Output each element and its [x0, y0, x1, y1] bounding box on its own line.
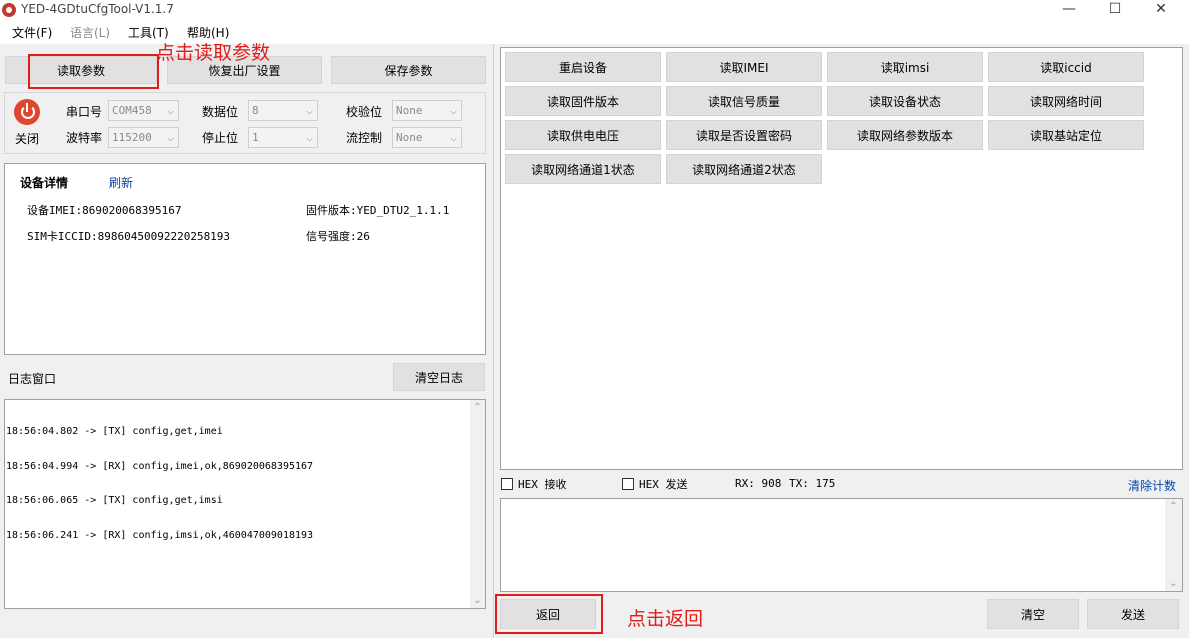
tx-count: TX: 175 — [789, 477, 836, 490]
cmd-read-imei-button[interactable]: 读取IMEI — [666, 52, 822, 82]
refresh-link[interactable]: 刷新 — [109, 174, 133, 191]
cmd-read-signal-button[interactable]: 读取信号质量 — [666, 86, 822, 116]
scroll-up-icon[interactable]: ⌃ — [1165, 501, 1182, 512]
back-highlight — [495, 594, 603, 634]
chevron-down-icon: ⌵ — [167, 131, 174, 144]
power-icon[interactable] — [14, 99, 40, 125]
baud-value: 115200 — [112, 131, 152, 144]
log-window-title: 日志窗口 — [8, 372, 57, 386]
close-button[interactable]: ✕ — [1138, 0, 1184, 20]
hex-recv-checkbox[interactable] — [501, 478, 513, 490]
cmd-read-voltage-button[interactable]: 读取供电电压 — [505, 120, 661, 150]
pane-divider — [493, 44, 494, 638]
back-annotation: 点击返回 — [627, 608, 704, 630]
hex-send-checkbox[interactable] — [622, 478, 634, 490]
scroll-down-icon[interactable]: ⌄ — [1165, 578, 1182, 589]
cmd-read-firmware-button[interactable]: 读取固件版本 — [505, 86, 661, 116]
log-scrollbar[interactable]: ⌃ ⌄ — [470, 400, 485, 608]
stopbits-select[interactable]: 1 ⌵ — [248, 127, 318, 148]
baud-select[interactable]: 115200 ⌵ — [108, 127, 179, 148]
menu-file[interactable]: 文件(F) — [12, 24, 52, 41]
minimize-button[interactable]: — — [1046, 0, 1092, 20]
log-line: 18:56:04.994 -> [RX] config,imei,ok,8690… — [6, 460, 314, 472]
power-label: 关闭 — [15, 132, 40, 146]
cmd-read-status-button[interactable]: 读取设备状态 — [827, 86, 983, 116]
chevron-down-icon: ⌵ — [167, 104, 174, 117]
save-params-button[interactable]: 保存参数 — [331, 56, 486, 84]
send-input[interactable]: ⌃ ⌄ — [500, 498, 1183, 592]
parity-value: None — [396, 104, 423, 117]
rx-count: RX: 908 — [735, 477, 782, 490]
log-line: 18:56:04.802 -> [TX] config,get,imei — [6, 426, 223, 437]
databits-value: 8 — [252, 104, 259, 117]
clear-count-link[interactable]: 清除计数 — [1128, 477, 1176, 494]
baud-label: 波特率 — [66, 131, 103, 145]
chevron-down-icon: ⌵ — [450, 104, 457, 117]
flow-value: None — [396, 131, 423, 144]
cmd-read-net-params-button[interactable]: 读取网络参数版本 — [827, 120, 983, 150]
cmd-read-net-time-button[interactable]: 读取网络时间 — [988, 86, 1144, 116]
port-select[interactable]: COM458 ⌵ — [108, 100, 179, 121]
port-value: COM458 — [112, 104, 152, 117]
app-logo-icon — [2, 3, 16, 17]
cmd-read-iccid-button[interactable]: 读取iccid — [988, 52, 1144, 82]
databits-select[interactable]: 8 ⌵ — [248, 100, 318, 121]
stopbits-value: 1 — [252, 131, 259, 144]
cmd-read-channel2-button[interactable]: 读取网络通道2状态 — [666, 154, 822, 184]
firmware-version: 固件版本:YED_DTU2_1.1.1 — [306, 204, 450, 217]
chevron-down-icon: ⌵ — [450, 131, 457, 144]
device-imei: 设备IMEI:869020068395167 — [27, 204, 182, 217]
sim-iccid: SIM卡ICCID:89860450092220258193 — [27, 230, 231, 243]
window-title: YED-4GDtuCfgTool-V1.1.7 — [21, 2, 174, 16]
device-details-panel: 设备详情 刷新 设备IMEI:869020068395167 固件版本:YED_… — [4, 163, 486, 355]
cmd-read-password-button[interactable]: 读取是否设置密码 — [666, 120, 822, 150]
title-bar: YED-4GDtuCfgTool-V1.1.7 — ☐ ✕ — [0, 0, 1189, 20]
flow-select[interactable]: None ⌵ — [392, 127, 462, 148]
hex-recv-label: HEX 接收 — [518, 478, 567, 491]
read-params-annotation: 点击读取参数 — [156, 42, 271, 64]
device-details-title: 设备详情 — [20, 176, 69, 190]
send-scrollbar[interactable]: ⌃ ⌄ — [1165, 499, 1182, 591]
chevron-down-icon: ⌵ — [306, 104, 313, 117]
log-output[interactable]: 18:56:04.802 -> [TX] config,get,imei 18:… — [4, 399, 486, 609]
signal-strength: 信号强度:26 — [306, 230, 370, 243]
stopbits-label: 停止位 — [202, 131, 239, 145]
hex-send-label: HEX 发送 — [639, 478, 688, 491]
databits-label: 数据位 — [202, 105, 239, 119]
port-label: 串口号 — [66, 105, 103, 119]
serial-settings-group: 关闭 串口号 COM458 ⌵ 波特率 115200 ⌵ 数据位 8 ⌵ 停止位 1 ⌵… — [4, 92, 486, 154]
scroll-down-icon[interactable]: ⌄ — [470, 595, 485, 606]
clear-log-button[interactable]: 清空日志 — [393, 363, 485, 391]
flow-label: 流控制 — [346, 131, 383, 145]
scroll-up-icon[interactable]: ⌃ — [470, 402, 485, 413]
chevron-down-icon: ⌵ — [306, 131, 313, 144]
send-button[interactable]: 发送 — [1087, 599, 1179, 629]
log-lines: 18:56:04.802 -> [TX] config,get,imei 18:… — [6, 403, 313, 564]
cmd-read-imsi-button[interactable]: 读取imsi — [827, 52, 983, 82]
log-line: 18:56:06.065 -> [TX] config,get,imsi — [6, 495, 223, 506]
parity-select[interactable]: None ⌵ — [392, 100, 462, 121]
clear-send-button[interactable]: 清空 — [987, 599, 1079, 629]
log-line: 18:56:06.241 -> [RX] config,imsi,ok,4600… — [6, 529, 314, 541]
cmd-read-channel1-button[interactable]: 读取网络通道1状态 — [505, 154, 661, 184]
menu-language[interactable]: 语言(L) — [70, 24, 110, 41]
parity-label: 校验位 — [346, 105, 383, 119]
read-params-highlight — [28, 54, 159, 89]
cmd-read-cell-location-button[interactable]: 读取基站定位 — [988, 120, 1144, 150]
maximize-button[interactable]: ☐ — [1092, 0, 1138, 20]
cmd-reboot-button[interactable]: 重启设备 — [505, 52, 661, 82]
